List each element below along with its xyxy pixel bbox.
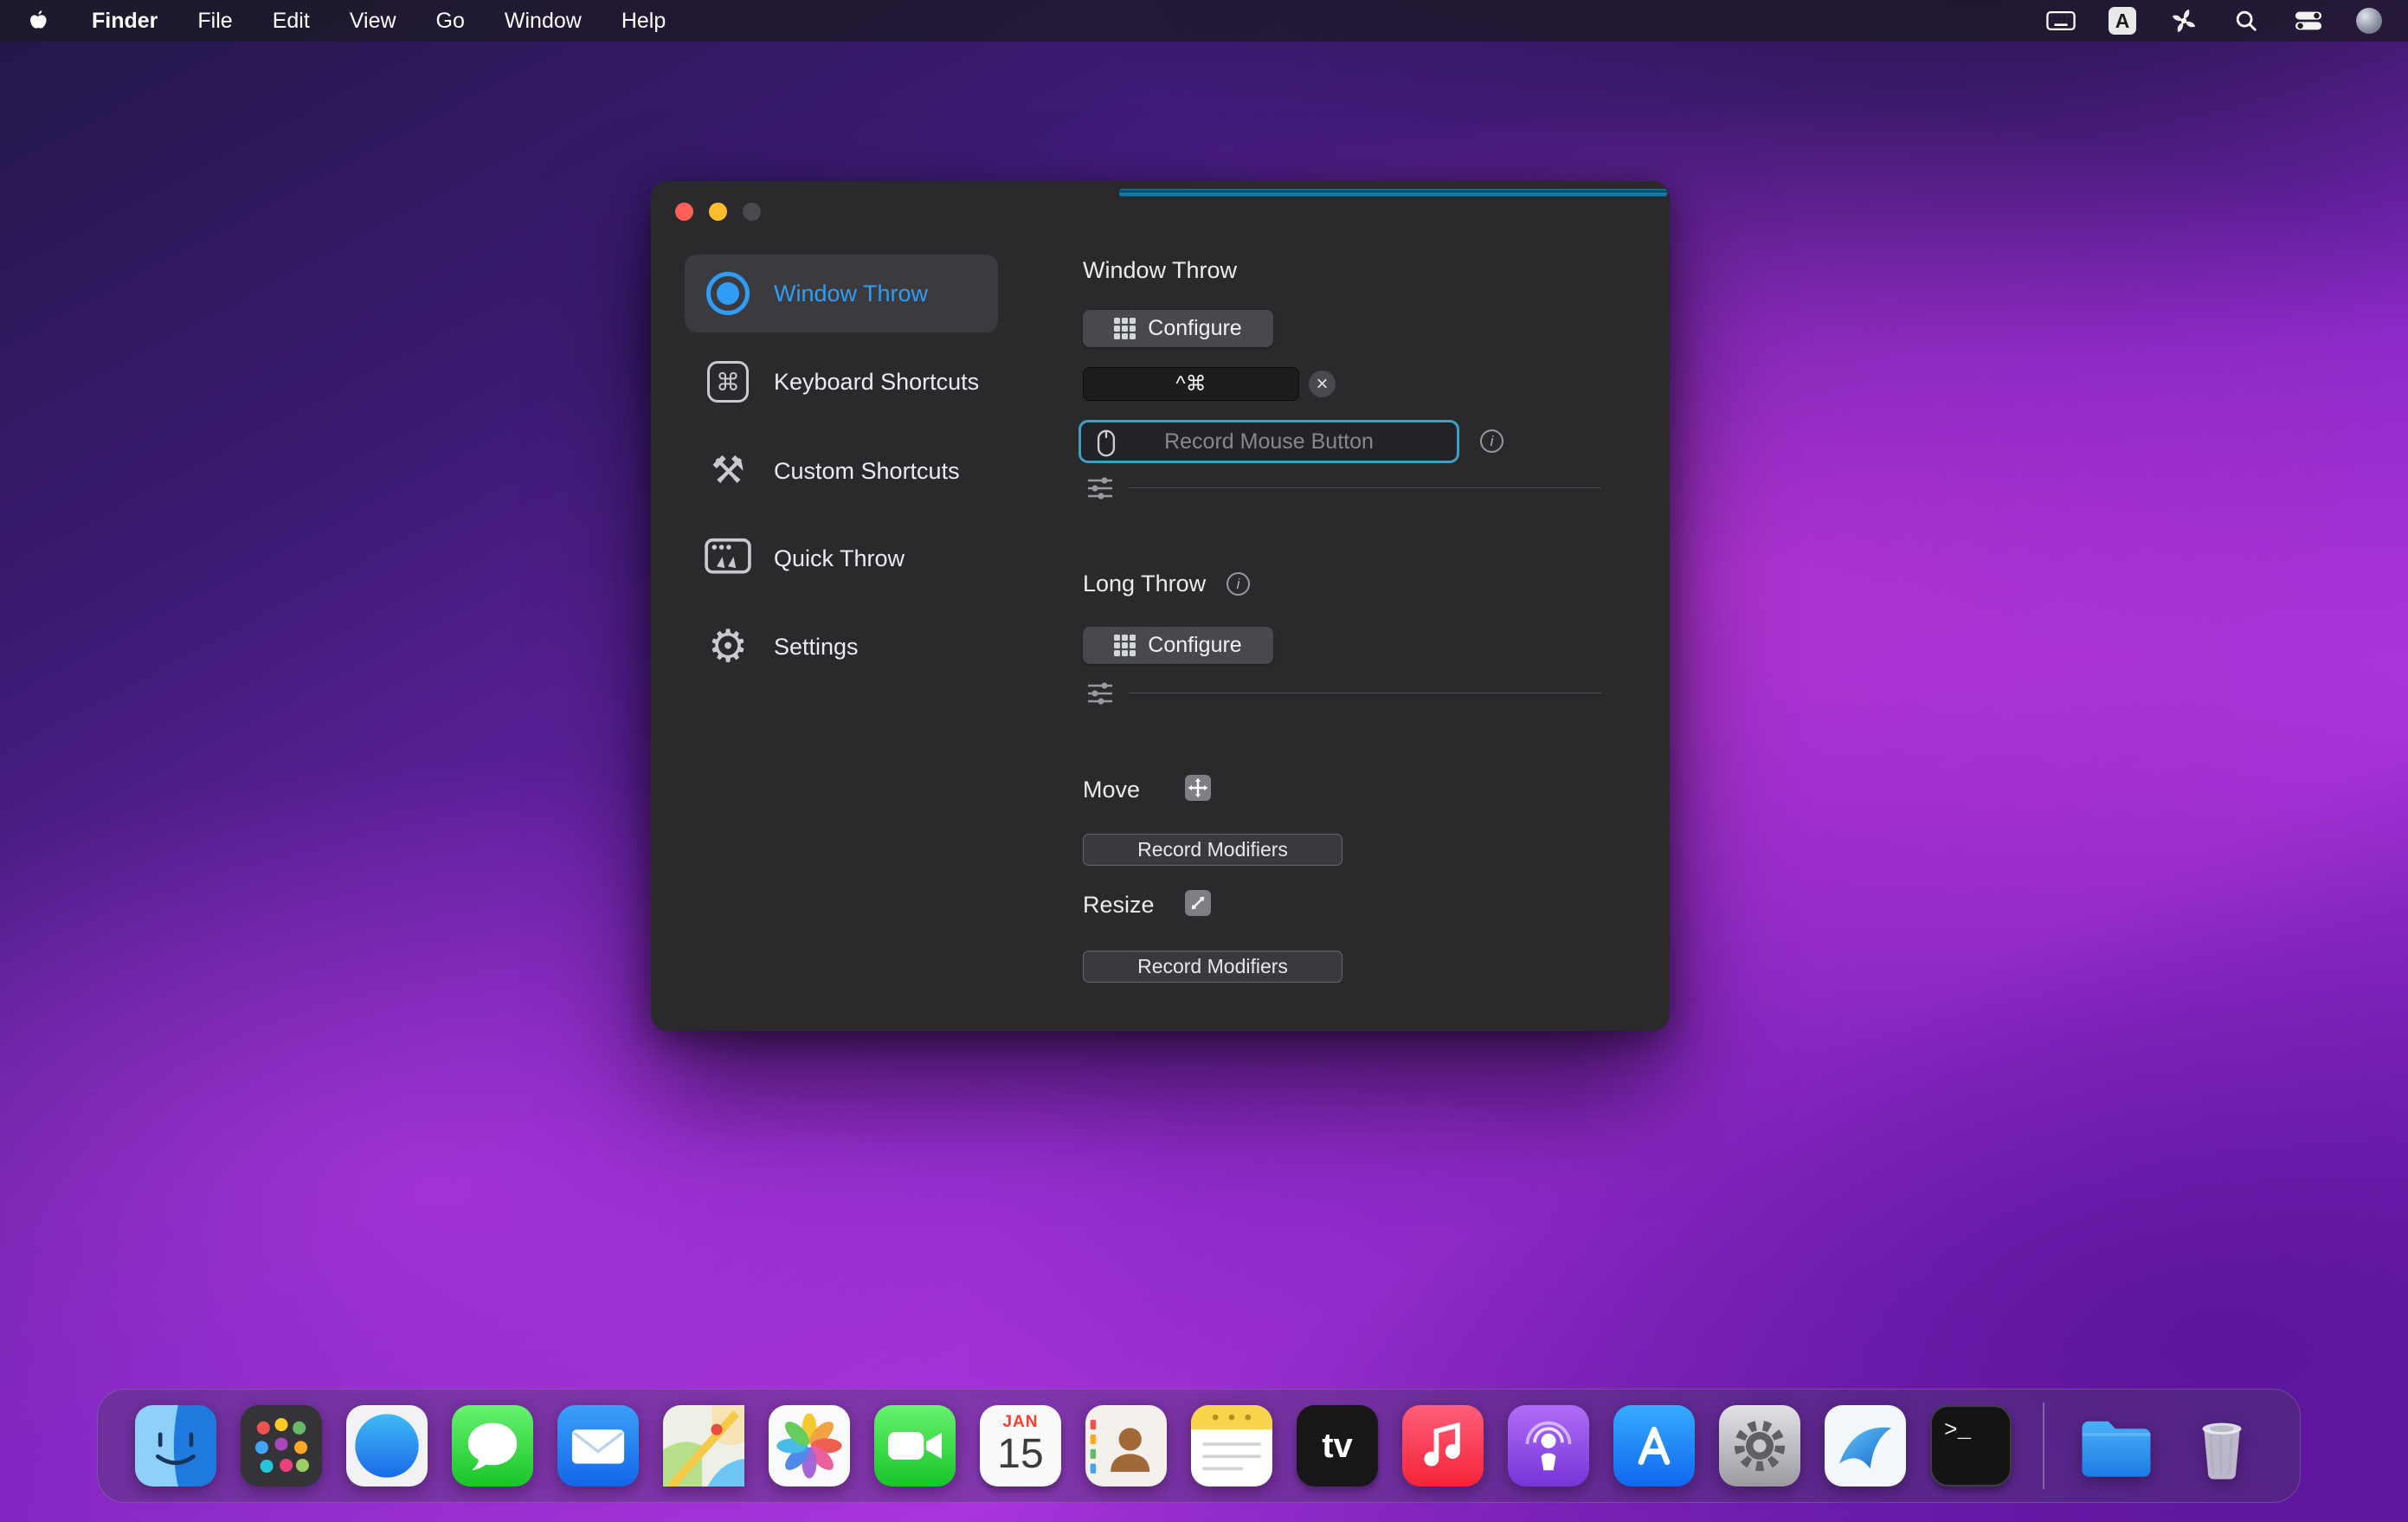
menu-go[interactable]: Go bbox=[436, 9, 465, 34]
record-modifiers-resize-button[interactable]: Record Modifiers bbox=[1083, 951, 1342, 983]
grid-icon bbox=[1114, 318, 1136, 339]
divider bbox=[1129, 487, 1601, 488]
command-key-icon: ⌘ bbox=[702, 356, 754, 408]
record-mouse-button-field[interactable]: Record Mouse Button bbox=[1078, 420, 1459, 463]
info-icon[interactable]: i bbox=[1480, 429, 1503, 453]
dock-item-safari[interactable] bbox=[346, 1405, 428, 1487]
menu-view[interactable]: View bbox=[350, 9, 396, 34]
sidebar-label: Custom Shortcuts bbox=[774, 458, 960, 485]
dock-item-mail[interactable] bbox=[557, 1405, 639, 1487]
section-title-window-throw: Window Throw bbox=[1083, 257, 1237, 284]
menu-file[interactable]: File bbox=[197, 9, 232, 34]
control-center-icon[interactable] bbox=[2294, 6, 2323, 35]
dock-item-launchpad[interactable] bbox=[241, 1405, 322, 1487]
dock-item-messages[interactable] bbox=[452, 1405, 533, 1487]
menu-window[interactable]: Window bbox=[505, 9, 582, 34]
sidebar-item-settings[interactable]: ⚙ Settings bbox=[685, 608, 998, 686]
terminal-prompt: >_ bbox=[1944, 1417, 1971, 1443]
menu-app-name[interactable]: Finder bbox=[92, 9, 158, 34]
titlebar-accent-strip bbox=[1119, 189, 1667, 197]
siri-icon[interactable] bbox=[2356, 8, 2382, 34]
sidebar-item-keyboard-shortcuts[interactable]: ⌘ Keyboard Shortcuts bbox=[685, 343, 998, 421]
info-icon-long-throw[interactable]: i bbox=[1227, 572, 1250, 596]
shortcut-value: ^⌘ bbox=[1175, 371, 1206, 397]
sidebar-item-quick-throw[interactable]: Quick Throw bbox=[685, 519, 998, 597]
section-title-long-throw: Long Throw bbox=[1083, 571, 1206, 597]
pinwheel-icon[interactable] bbox=[2169, 6, 2199, 35]
dock-item-downloads-folder[interactable] bbox=[2076, 1405, 2157, 1487]
sidebar-label: Settings bbox=[774, 634, 859, 661]
options-sliders-icon[interactable] bbox=[1086, 475, 1114, 501]
minimize-button[interactable] bbox=[709, 203, 727, 221]
resize-icon bbox=[1185, 890, 1211, 916]
clear-shortcut-button[interactable]: × bbox=[1309, 371, 1336, 397]
dock-item-facetime[interactable] bbox=[874, 1405, 956, 1487]
resize-label: Resize bbox=[1083, 892, 1155, 919]
dock-item-calendar[interactable]: JAN 15 bbox=[980, 1405, 1061, 1487]
apple-menu-icon[interactable] bbox=[26, 8, 52, 34]
dock-item-notes[interactable] bbox=[1191, 1405, 1272, 1487]
tools-icon: ⚒ bbox=[702, 445, 754, 497]
close-button[interactable] bbox=[675, 203, 693, 221]
dock: JAN 15 tv bbox=[97, 1389, 2301, 1503]
dock-item-terminal[interactable]: >_ bbox=[1930, 1405, 2012, 1487]
search-icon[interactable] bbox=[2231, 6, 2261, 35]
configure-label: Configure bbox=[1148, 316, 1241, 341]
calendar-day: 15 bbox=[997, 1430, 1043, 1478]
menu-edit[interactable]: Edit bbox=[273, 9, 310, 34]
dock-item-maps[interactable] bbox=[663, 1405, 744, 1487]
sidebar-item-custom-shortcuts[interactable]: ⚒ Custom Shortcuts bbox=[685, 432, 998, 510]
grid-icon bbox=[1114, 635, 1136, 656]
sidebar-label: Keyboard Shortcuts bbox=[774, 369, 979, 396]
sidebar-label: Quick Throw bbox=[774, 545, 905, 572]
dock-item-music[interactable] bbox=[1402, 1405, 1484, 1487]
record-mouse-placeholder: Record Mouse Button bbox=[1164, 429, 1374, 455]
options-sliders-icon[interactable] bbox=[1086, 680, 1114, 706]
dock-item-system-preferences[interactable] bbox=[1719, 1405, 1800, 1487]
zoom-button[interactable] bbox=[743, 203, 761, 221]
sidebar-label: Window Throw bbox=[774, 281, 928, 307]
move-label: Move bbox=[1083, 777, 1140, 803]
calendar-month: JAN bbox=[1002, 1413, 1038, 1432]
quick-throw-icon bbox=[702, 532, 754, 584]
dock-separator bbox=[2043, 1403, 2044, 1489]
configure-label: Configure bbox=[1148, 633, 1241, 658]
sidebar-item-window-throw[interactable]: Window Throw bbox=[685, 255, 998, 332]
dock-item-trash[interactable] bbox=[2181, 1405, 2263, 1487]
input-source-icon[interactable]: A bbox=[2109, 7, 2136, 35]
dock-item-window-app[interactable] bbox=[1825, 1405, 1906, 1487]
menu-help[interactable]: Help bbox=[621, 9, 666, 34]
dock-item-photos[interactable] bbox=[769, 1405, 850, 1487]
mouse-icon bbox=[1097, 429, 1116, 463]
dock-item-app-store[interactable] bbox=[1613, 1405, 1695, 1487]
move-icon bbox=[1185, 775, 1211, 801]
configure-button-long-throw[interactable]: Configure bbox=[1083, 627, 1273, 664]
dock-item-tv[interactable]: tv bbox=[1297, 1405, 1378, 1487]
record-modifiers-move-button[interactable]: Record Modifiers bbox=[1083, 834, 1342, 866]
keyboard-icon[interactable] bbox=[2046, 6, 2076, 35]
record-circle-icon bbox=[702, 268, 754, 319]
app-window: Window Throw ⌘ Keyboard Shortcuts ⚒ Cust… bbox=[651, 181, 1670, 1031]
configure-button-window-throw[interactable]: Configure bbox=[1083, 310, 1273, 347]
tv-label: tv bbox=[1322, 1427, 1353, 1466]
close-icon: × bbox=[1316, 374, 1328, 395]
dock-item-contacts[interactable] bbox=[1085, 1405, 1167, 1487]
dock-item-finder[interactable] bbox=[135, 1405, 216, 1487]
gear-icon: ⚙ bbox=[702, 621, 754, 673]
shortcut-field[interactable]: ^⌘ bbox=[1083, 367, 1299, 401]
menu-bar: Finder File Edit View Go Window Help A bbox=[0, 0, 2408, 42]
dock-item-podcasts[interactable] bbox=[1508, 1405, 1589, 1487]
